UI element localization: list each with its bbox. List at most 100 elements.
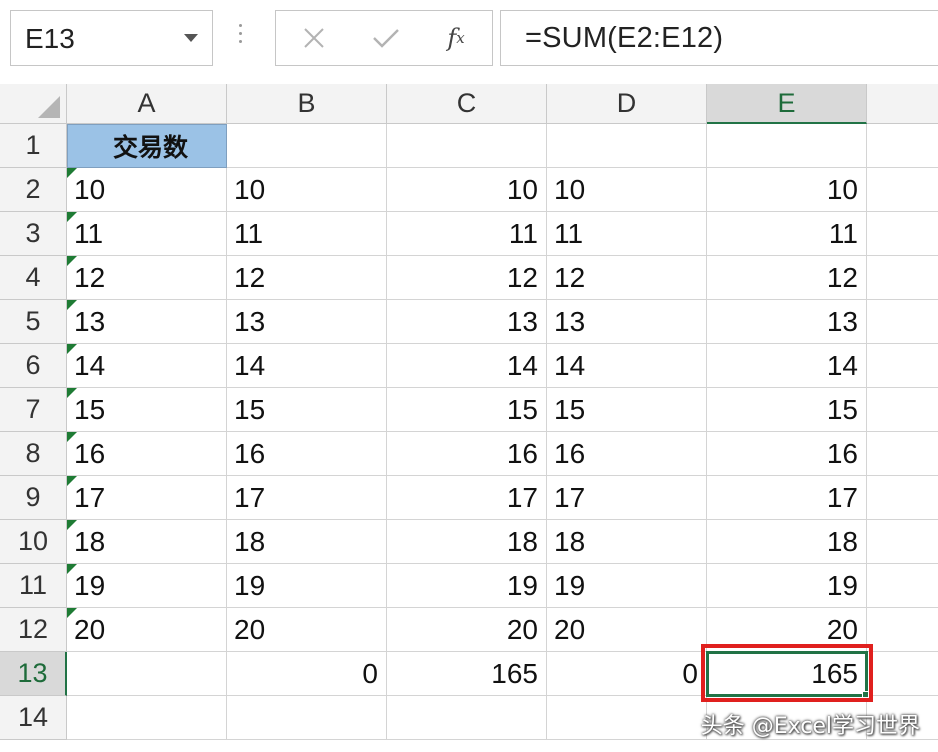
cell-b5[interactable]: 13 bbox=[227, 300, 387, 344]
cell-d14[interactable] bbox=[547, 696, 707, 740]
cell-c12[interactable]: 20 bbox=[387, 608, 547, 652]
cell-c10[interactable]: 18 bbox=[387, 520, 547, 564]
cell-c7[interactable]: 15 bbox=[387, 388, 547, 432]
cell-a11[interactable]: 19 bbox=[67, 564, 227, 608]
name-box[interactable]: E13 bbox=[10, 10, 213, 66]
cell-e3[interactable]: 11 bbox=[707, 212, 867, 256]
row-header-1[interactable]: 1 bbox=[0, 124, 67, 168]
cell-partial[interactable] bbox=[867, 168, 938, 212]
column-header-a[interactable]: A bbox=[67, 84, 227, 124]
cell-d9[interactable]: 17 bbox=[547, 476, 707, 520]
cell-c2[interactable]: 10 bbox=[387, 168, 547, 212]
row-header-4[interactable]: 4 bbox=[0, 256, 67, 300]
cell-partial[interactable] bbox=[867, 564, 938, 608]
cell-a4[interactable]: 12 bbox=[67, 256, 227, 300]
cell-partial[interactable] bbox=[867, 344, 938, 388]
cell-d8[interactable]: 16 bbox=[547, 432, 707, 476]
cell-d6[interactable]: 14 bbox=[547, 344, 707, 388]
cell-e6[interactable]: 14 bbox=[707, 344, 867, 388]
cell-e5[interactable]: 13 bbox=[707, 300, 867, 344]
cancel-icon[interactable] bbox=[284, 11, 344, 65]
cell-e7[interactable]: 15 bbox=[707, 388, 867, 432]
cell-d7[interactable]: 15 bbox=[547, 388, 707, 432]
cell-e1[interactable] bbox=[707, 124, 867, 168]
cell-d2[interactable]: 10 bbox=[547, 168, 707, 212]
row-header-2[interactable]: 2 bbox=[0, 168, 67, 212]
cell-d4[interactable]: 12 bbox=[547, 256, 707, 300]
total-cell-c13[interactable]: 165 bbox=[387, 652, 547, 696]
cell-e8[interactable]: 16 bbox=[707, 432, 867, 476]
row-header-8[interactable]: 8 bbox=[0, 432, 67, 476]
cell-d5[interactable]: 13 bbox=[547, 300, 707, 344]
column-header-d[interactable]: D bbox=[547, 84, 707, 124]
cell-b1[interactable] bbox=[227, 124, 387, 168]
cell-d10[interactable]: 18 bbox=[547, 520, 707, 564]
cell-partial[interactable] bbox=[867, 476, 938, 520]
cell-b9[interactable]: 17 bbox=[227, 476, 387, 520]
cell-d12[interactable]: 20 bbox=[547, 608, 707, 652]
column-header-c[interactable]: C bbox=[387, 84, 547, 124]
cell-d3[interactable]: 11 bbox=[547, 212, 707, 256]
cell-a7[interactable]: 15 bbox=[67, 388, 227, 432]
cell-partial[interactable] bbox=[867, 212, 938, 256]
cell-a14[interactable] bbox=[67, 696, 227, 740]
cell-b7[interactable]: 15 bbox=[227, 388, 387, 432]
cell-c9[interactable]: 17 bbox=[387, 476, 547, 520]
check-icon[interactable] bbox=[356, 11, 416, 65]
cell-b11[interactable]: 19 bbox=[227, 564, 387, 608]
insert-function-button[interactable]: fx bbox=[426, 11, 486, 65]
cell-b12[interactable]: 20 bbox=[227, 608, 387, 652]
cell-c11[interactable]: 19 bbox=[387, 564, 547, 608]
row-header-13[interactable]: 13 bbox=[0, 652, 67, 696]
cell-c5[interactable]: 13 bbox=[387, 300, 547, 344]
cell-a5[interactable]: 13 bbox=[67, 300, 227, 344]
cell-b8[interactable]: 16 bbox=[227, 432, 387, 476]
total-cell-a13[interactable] bbox=[67, 652, 227, 696]
select-all-button[interactable] bbox=[0, 84, 67, 124]
cell-c4[interactable]: 12 bbox=[387, 256, 547, 300]
total-cell-d13[interactable]: 0 bbox=[547, 652, 707, 696]
row-header-11[interactable]: 11 bbox=[0, 564, 67, 608]
cell-a12[interactable]: 20 bbox=[67, 608, 227, 652]
cell-b2[interactable]: 10 bbox=[227, 168, 387, 212]
cell-partial[interactable] bbox=[867, 608, 938, 652]
cell-e2[interactable]: 10 bbox=[707, 168, 867, 212]
cell-b10[interactable]: 18 bbox=[227, 520, 387, 564]
column-header-b[interactable]: B bbox=[227, 84, 387, 124]
cell-d1[interactable] bbox=[547, 124, 707, 168]
cell-a6[interactable]: 14 bbox=[67, 344, 227, 388]
cell-partial[interactable] bbox=[867, 432, 938, 476]
cell-c1[interactable] bbox=[387, 124, 547, 168]
cell-partial[interactable] bbox=[867, 256, 938, 300]
row-header-6[interactable]: 6 bbox=[0, 344, 67, 388]
cell-partial[interactable] bbox=[867, 124, 938, 168]
cell-d11[interactable]: 19 bbox=[547, 564, 707, 608]
cell-partial[interactable] bbox=[867, 652, 938, 696]
formula-input[interactable]: =SUM(E2:E12) bbox=[500, 10, 938, 66]
cell-a10[interactable]: 18 bbox=[67, 520, 227, 564]
cell-a8[interactable]: 16 bbox=[67, 432, 227, 476]
cell-b4[interactable]: 12 bbox=[227, 256, 387, 300]
row-header-10[interactable]: 10 bbox=[0, 520, 67, 564]
column-header-e[interactable]: E bbox=[707, 84, 867, 124]
row-header-3[interactable]: 3 bbox=[0, 212, 67, 256]
cell-b14[interactable] bbox=[227, 696, 387, 740]
row-header-7[interactable]: 7 bbox=[0, 388, 67, 432]
chevron-down-icon[interactable] bbox=[184, 34, 198, 42]
cell-a9[interactable]: 17 bbox=[67, 476, 227, 520]
cell-e9[interactable]: 17 bbox=[707, 476, 867, 520]
vertical-dots-icon[interactable] bbox=[238, 24, 244, 54]
row-header-9[interactable]: 9 bbox=[0, 476, 67, 520]
cell-b6[interactable]: 14 bbox=[227, 344, 387, 388]
cell-c3[interactable]: 11 bbox=[387, 212, 547, 256]
row-header-12[interactable]: 12 bbox=[0, 608, 67, 652]
row-header-14[interactable]: 14 bbox=[0, 696, 67, 740]
cell-partial[interactable] bbox=[867, 388, 938, 432]
header-cell-a1[interactable]: 交易数 bbox=[67, 124, 227, 168]
cell-partial[interactable] bbox=[867, 520, 938, 564]
cell-c8[interactable]: 16 bbox=[387, 432, 547, 476]
cell-a3[interactable]: 11 bbox=[67, 212, 227, 256]
cell-e11[interactable]: 19 bbox=[707, 564, 867, 608]
cell-a2[interactable]: 10 bbox=[67, 168, 227, 212]
cell-c14[interactable] bbox=[387, 696, 547, 740]
